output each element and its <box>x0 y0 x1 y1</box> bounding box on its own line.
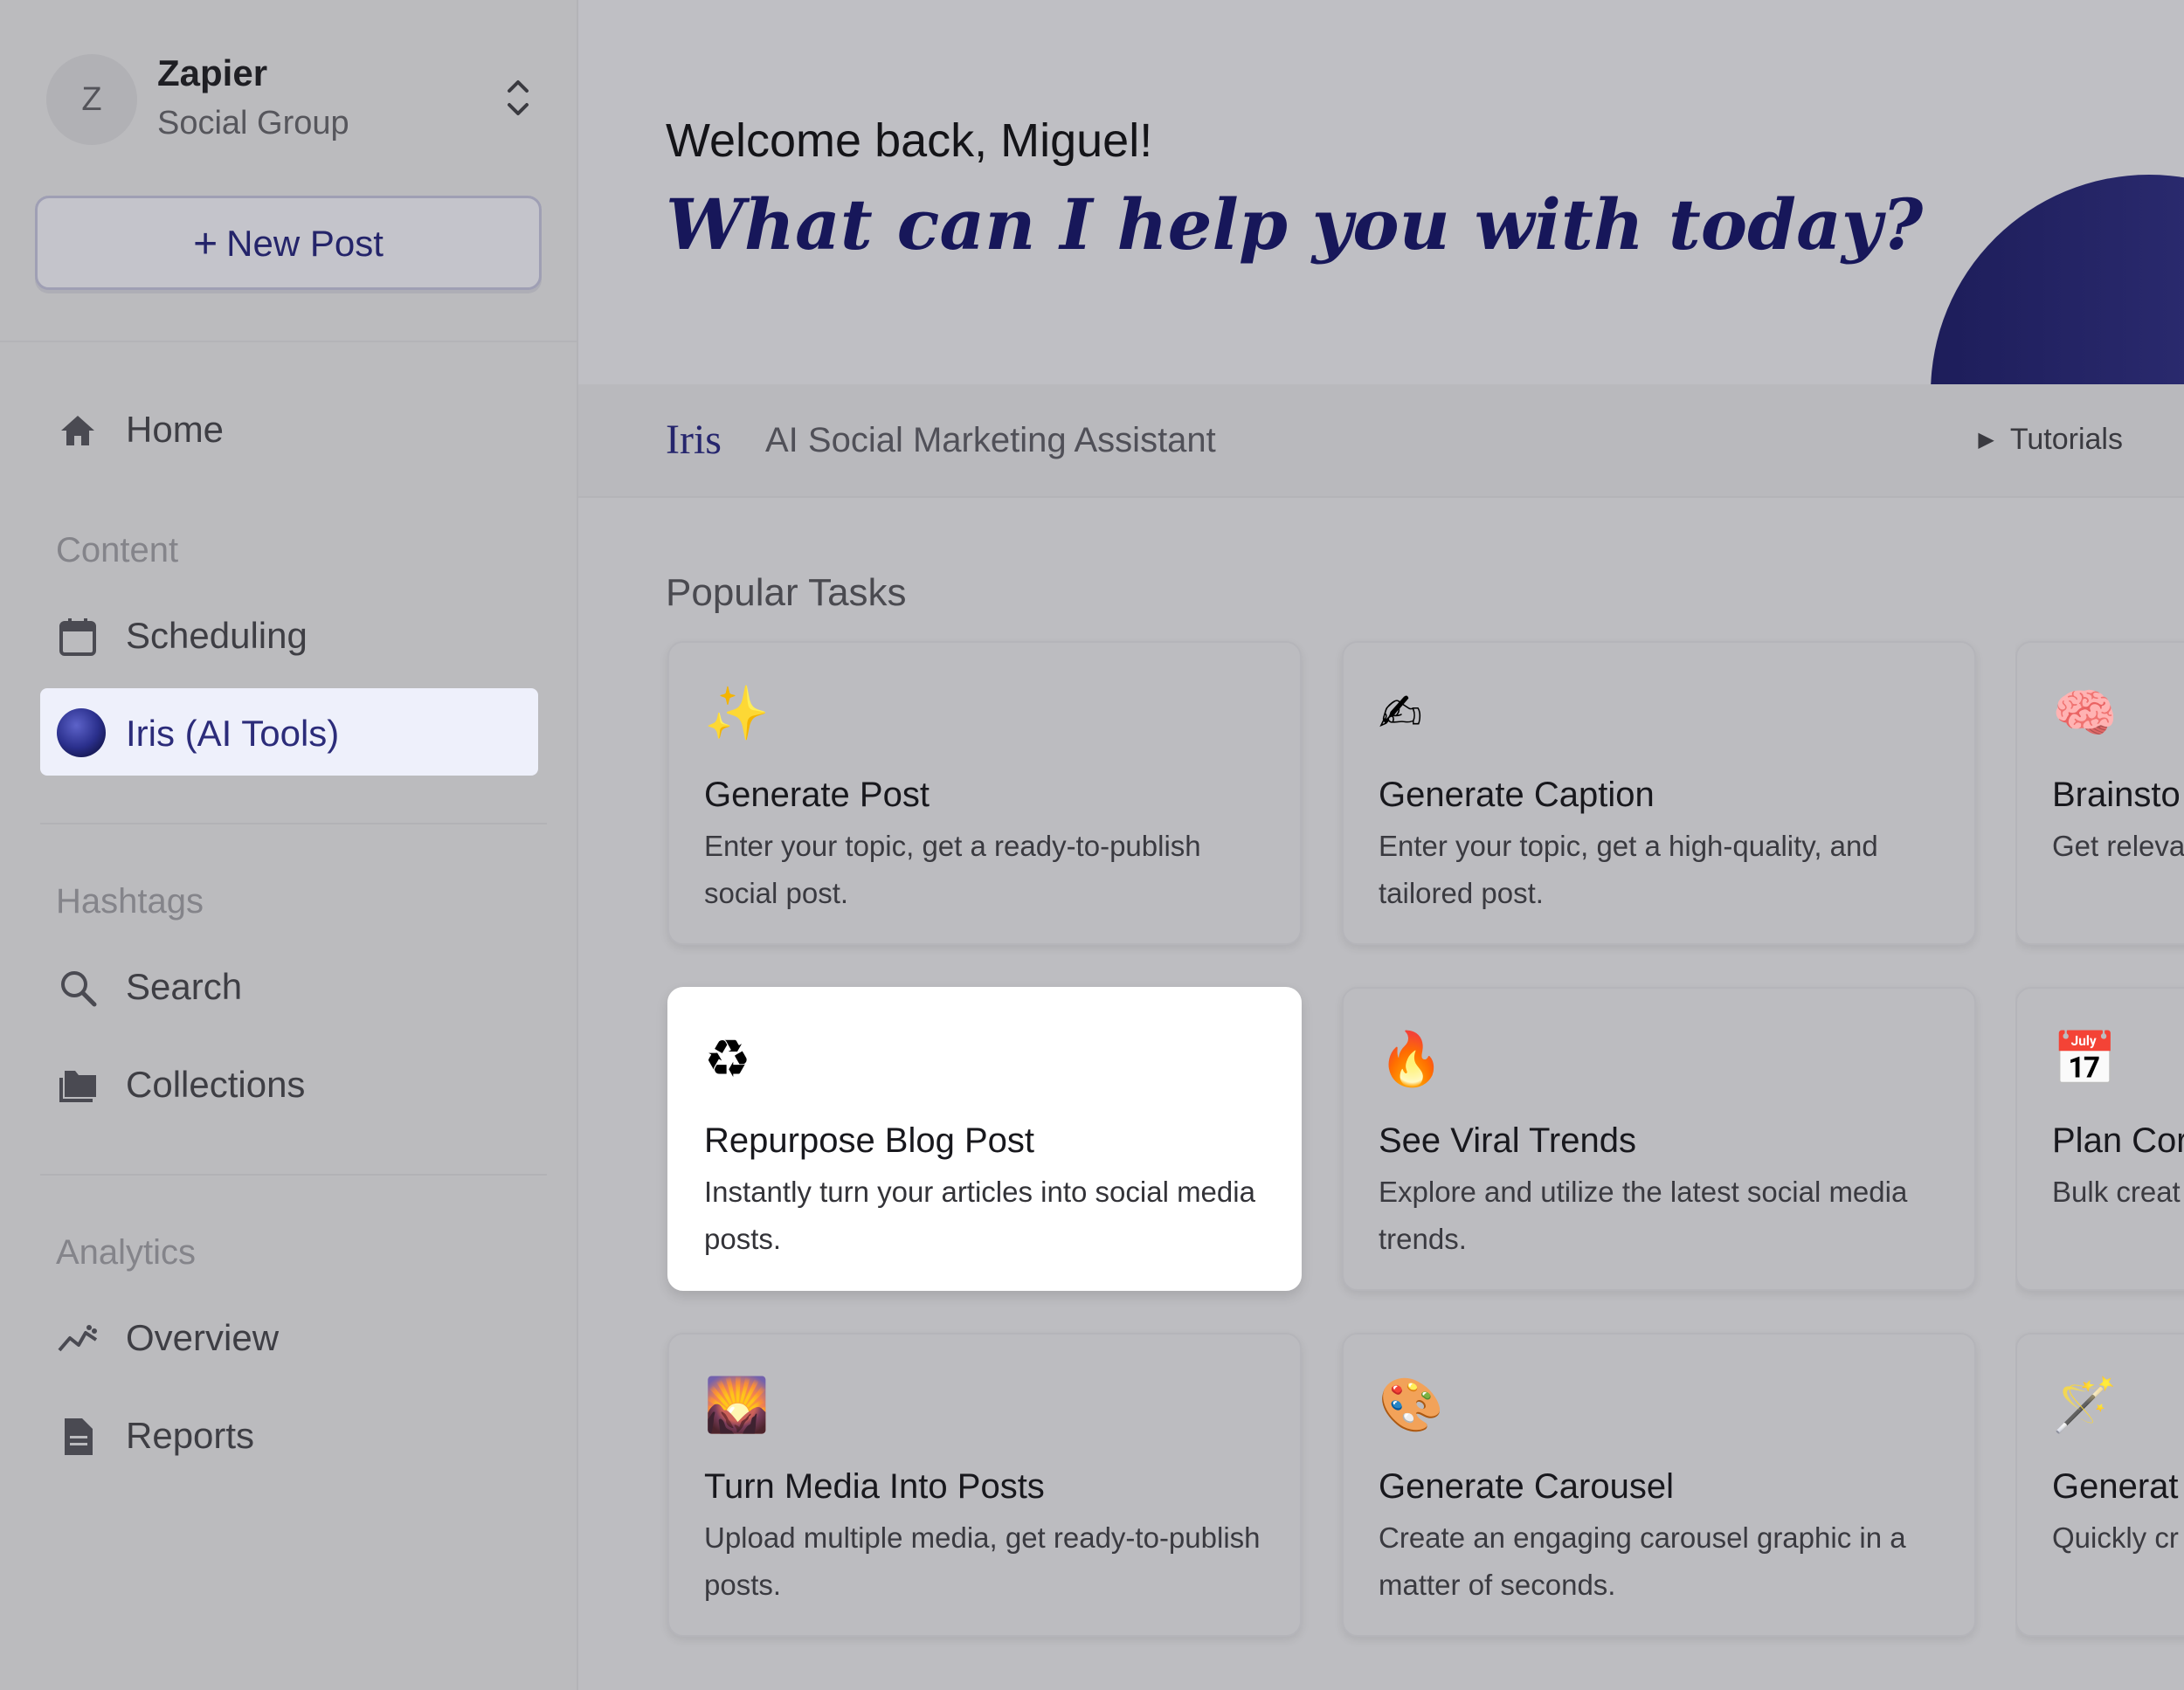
task-card-description: Explore and utilize the latest social me… <box>1379 1176 1908 1255</box>
task-card-description: Enter your topic, get a ready-to-publish… <box>704 830 1201 909</box>
sidebar-divider <box>40 823 547 824</box>
workspace-subtitle: Social Group <box>157 105 349 141</box>
task-card-generate-caption[interactable]: ✍ Generate Caption Enter your topic, get… <box>1342 641 1976 945</box>
sidebar-item-reports[interactable]: Reports <box>40 1390 538 1478</box>
section-label-hashtags: Hashtags <box>56 882 204 921</box>
task-card-plan-content[interactable]: 📅 Plan Cor Bulk creat strategy a <box>2015 987 2184 1291</box>
task-card-description: Bulk creat strategy a <box>2052 1176 2184 1208</box>
task-card-title: Brainsto <box>2052 776 2181 814</box>
sidebar-item-iris[interactable]: Iris (AI Tools) <box>40 688 538 776</box>
sparkles-icon: ✨ <box>704 684 770 742</box>
task-card-generate-post[interactable]: ✨ Generate Post Enter your topic, get a … <box>667 641 1302 945</box>
trend-line-icon <box>58 1325 98 1352</box>
iris-name: Iris <box>666 417 722 463</box>
sidebar-item-label: Scheduling <box>126 615 308 656</box>
sidebar-item-label: Overview <box>126 1317 280 1358</box>
writing-hand-icon: ✍ <box>1379 684 1423 742</box>
search-icon <box>61 971 97 1007</box>
workspace-switcher[interactable]: Z Zapier Social Group <box>46 51 544 147</box>
palette-icon: 🎨 <box>1379 1376 1444 1434</box>
play-triangle-icon: ▶ <box>1978 428 1994 452</box>
task-card-repurpose-blog-post[interactable]: ♻ Repurpose Blog Post Instantly turn you… <box>667 987 1302 1291</box>
calendar-icon: 📅 <box>2052 1030 2118 1088</box>
sidebar-item-search[interactable]: Search <box>40 942 538 1029</box>
task-card-brainstorm[interactable]: 🧠 Brainsto Get releva your acco <box>2015 641 2184 945</box>
workspace-avatar: Z <box>46 54 137 145</box>
task-card-title: Repurpose Blog Post <box>704 1121 1035 1160</box>
folders-icon <box>59 1071 96 1102</box>
task-card-description: Upload multiple media, get ready-to-publ… <box>704 1521 1261 1601</box>
document-icon <box>65 1418 93 1455</box>
new-post-button[interactable]: + New Post <box>35 196 542 290</box>
task-card-title: Plan Cor <box>2052 1121 2184 1160</box>
sidebar-item-home[interactable]: Home <box>40 384 538 472</box>
task-card-title: Generate Caption <box>1379 776 1655 814</box>
task-column-clipped: 🧠 Brainsto Get releva your acco 📅 Plan C… <box>2015 0 2184 1690</box>
app-window: Z Zapier Social Group + New Post Home Con… <box>0 0 2184 1690</box>
workspace-name: Zapier <box>157 52 268 93</box>
sidebar-divider <box>40 1174 547 1176</box>
task-card-description: Create an engaging carousel graphic in a… <box>1379 1521 1906 1601</box>
sidebar-item-label: Reports <box>126 1415 255 1456</box>
sidebar-item-label: Search <box>126 966 243 1007</box>
section-label-analytics: Analytics <box>56 1233 197 1272</box>
plus-icon: + <box>193 221 218 267</box>
magic-wand-icon: 🪄 <box>2052 1376 2118 1434</box>
fire-icon: 🔥 <box>1379 1030 1444 1088</box>
task-card-description: Instantly turn your articles into social… <box>704 1176 1255 1255</box>
section-label-content: Content <box>56 531 179 569</box>
hero-banner: Welcome back, Miguel! What can I help yo… <box>578 0 2184 384</box>
sidebar-item-label: Iris (AI Tools) <box>126 713 340 754</box>
calendar-icon <box>59 618 96 656</box>
task-card-title: Generate Carousel <box>1379 1467 1674 1506</box>
task-card-generate-more[interactable]: 🪄 Generat Quickly cr social me <box>2015 1333 2184 1637</box>
welcome-text: Welcome back, Miguel! <box>666 114 1153 167</box>
chevron-up-down-icon[interactable] <box>501 73 536 122</box>
iris-subtitle: AI Social Marketing Assistant <box>765 421 1216 459</box>
hero-headline: What can I help you with today? <box>666 183 1924 266</box>
task-card-title: See Viral Trends <box>1379 1121 1636 1160</box>
sidebar-item-label: Home <box>126 409 225 450</box>
recycle-icon: ♻ <box>704 1030 751 1088</box>
sunset-image-icon: 🌄 <box>704 1376 770 1434</box>
task-card-description: Get releva your acco <box>2052 830 2184 862</box>
task-card-title: Turn Media Into Posts <box>704 1467 1045 1506</box>
task-card-see-viral-trends[interactable]: 🔥 See Viral Trends Explore and utilize t… <box>1342 987 1976 1291</box>
iris-orb-icon <box>57 708 106 757</box>
task-card-generate-carousel[interactable]: 🎨 Generate Carousel Create an engaging c… <box>1342 1333 1976 1637</box>
iris-header-bar: Iris AI Social Marketing Assistant ▶ Tuto… <box>578 384 2184 498</box>
sidebar: Z Zapier Social Group + New Post Home Con… <box>0 0 578 1690</box>
task-card-turn-media-into-posts[interactable]: 🌄 Turn Media Into Posts Upload multiple … <box>667 1333 1302 1637</box>
home-icon <box>61 416 94 445</box>
sidebar-item-overview[interactable]: Overview <box>40 1293 538 1380</box>
task-card-description: Enter your topic, get a high-quality, an… <box>1379 830 1878 909</box>
sidebar-item-scheduling[interactable]: Scheduling <box>40 590 538 678</box>
sidebar-header: Z Zapier Social Group + New Post <box>0 0 577 342</box>
task-card-title: Generate Post <box>704 776 930 814</box>
brain-icon: 🧠 <box>2052 684 2118 742</box>
task-card-description: Quickly cr social me <box>2052 1521 2184 1554</box>
new-post-label: New Post <box>226 223 384 264</box>
sidebar-item-collections[interactable]: Collections <box>40 1039 538 1127</box>
task-card-title: Generat <box>2052 1467 2179 1506</box>
popular-tasks-title: Popular Tasks <box>666 571 907 614</box>
main-content: Welcome back, Miguel! What can I help yo… <box>578 0 2184 1690</box>
sidebar-item-label: Collections <box>126 1064 306 1105</box>
